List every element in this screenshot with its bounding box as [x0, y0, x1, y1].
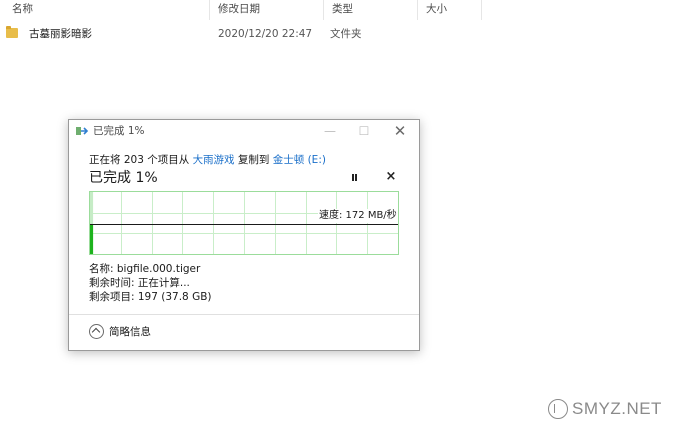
close-button[interactable]: ✕ [383, 120, 417, 142]
site-watermark: SMYZ.NET [548, 397, 672, 423]
current-file-name: 名称: bigfile.000.tiger [89, 263, 201, 275]
items-remaining: 剩余项目: 197 (37.8 GB) [89, 291, 212, 303]
copy-arrow-icon [76, 127, 89, 135]
copy-progress-dialog: 已完成 1% — ☐ ✕ 正在将 203 个项目从 大雨游戏 复制到 金士顿 (… [68, 119, 420, 351]
chevron-up-icon [89, 324, 104, 339]
dialog-divider [69, 314, 419, 315]
speed-label: 速度: 172 MB/秒 [318, 209, 398, 223]
file-row-type: 文件夹 [330, 28, 362, 40]
copy-mid-text: 复制到 [234, 154, 273, 166]
copy-prefix-text: 正在将 203 个项目从 [89, 154, 193, 166]
column-size-header[interactable]: 大小 [418, 0, 482, 20]
maximize-button[interactable]: ☐ [347, 120, 381, 142]
watermark-logo-icon [548, 399, 568, 419]
dialog-titlebar[interactable]: 已完成 1% — ☐ ✕ [69, 120, 419, 144]
column-name-header[interactable]: 名称 [4, 0, 210, 20]
pause-icon[interactable] [349, 172, 361, 184]
folder-icon[interactable] [6, 26, 18, 38]
copy-description: 正在将 203 个项目从 大雨游戏 复制到 金士顿 (E:) [89, 153, 326, 167]
file-row-name[interactable]: 古墓丽影暗影 [29, 26, 92, 42]
speed-graph [89, 191, 399, 255]
destination-link[interactable]: 金士顿 (E:) [273, 154, 326, 166]
file-row-date: 2020/12/20 22:47 [218, 28, 313, 40]
fewer-details-label: 简略信息 [109, 326, 151, 338]
time-remaining: 剩余时间: 正在计算... [89, 277, 190, 289]
source-link[interactable]: 大雨游戏 [193, 154, 235, 166]
column-header-row: 名称 修改日期 类型 大小 [0, 0, 482, 21]
speed-graph-svg [90, 192, 398, 254]
progress-status: 已完成 1% [89, 170, 158, 186]
column-date-header[interactable]: 修改日期 [210, 0, 324, 20]
column-type-header[interactable]: 类型 [324, 0, 418, 20]
minimize-button[interactable]: — [313, 120, 347, 142]
dialog-title: 已完成 1% [93, 125, 145, 137]
cancel-icon[interactable]: × [384, 169, 398, 185]
watermark-text: SMYZ.NET [572, 399, 662, 418]
graph-speed-bar [90, 224, 94, 254]
